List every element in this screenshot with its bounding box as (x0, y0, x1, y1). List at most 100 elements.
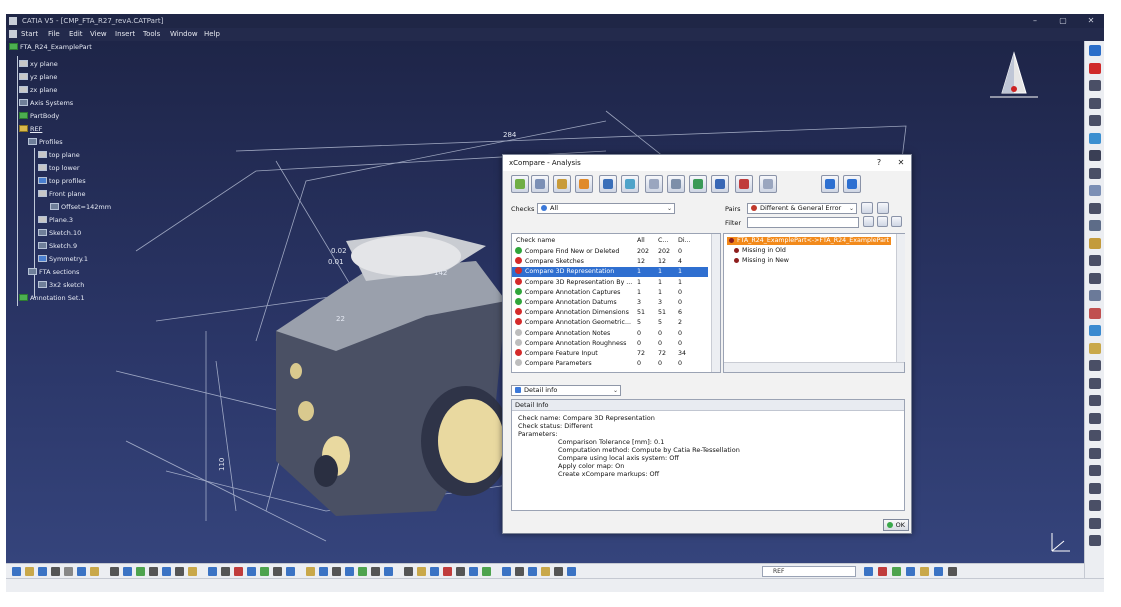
toolbar-icon[interactable] (1089, 412, 1101, 424)
toolbar-icon[interactable] (417, 567, 426, 576)
sort-descending-button[interactable] (877, 202, 889, 214)
tree-item-offset[interactable]: Offset=142mm (50, 203, 111, 212)
check-row[interactable]: Compare Annotation Notes 0 0 0 (512, 328, 708, 338)
toolbar-icon[interactable] (1089, 517, 1101, 529)
toolbar-icon[interactable] (110, 567, 119, 576)
toolbar-icon[interactable] (162, 567, 171, 576)
toolbar-icon[interactable] (175, 567, 184, 576)
col-check-name[interactable]: Check name (516, 236, 555, 245)
toolbar-icon[interactable] (38, 567, 47, 576)
ok-button[interactable]: OK (883, 519, 909, 531)
tree-item-partbody[interactable]: PartBody (19, 112, 59, 121)
toolbar-icon[interactable] (273, 567, 282, 576)
toolbar-icon[interactable] (136, 567, 145, 576)
dialog-tool-icon[interactable] (599, 175, 617, 193)
toolbar-icon[interactable] (934, 567, 943, 576)
toolbar-icon[interactable] (567, 567, 576, 576)
toolbar-icon[interactable] (260, 567, 269, 576)
toolbar-icon[interactable] (234, 567, 243, 576)
tree-item-annotation-set[interactable]: Annotation Set.1 (19, 294, 85, 303)
check-row[interactable]: Compare Feature Input 72 72 34 (512, 349, 708, 358)
col-c[interactable]: C... (658, 236, 672, 245)
toolbar-icon[interactable] (528, 567, 537, 576)
menu-view[interactable]: View (90, 28, 107, 41)
dialog-tool-icon[interactable] (575, 175, 593, 193)
toolbar-icon[interactable] (319, 567, 328, 576)
toolbar-icon[interactable] (1089, 342, 1101, 354)
checks-select[interactable]: All ⌄ (537, 203, 675, 214)
toolbar-icon[interactable] (1089, 115, 1101, 126)
toolbar-icon[interactable] (1089, 237, 1101, 249)
tree-item-front-plane[interactable]: Front plane (38, 190, 86, 199)
pair-child-missing-old[interactable]: Missing in Old (734, 247, 786, 255)
toolbar-icon[interactable] (1089, 500, 1101, 511)
check-list[interactable]: Check name All C... Di... Compare Find N… (511, 233, 721, 373)
toolbar-icon[interactable] (456, 567, 465, 576)
tree-item-zx-plane[interactable]: zx plane (19, 86, 57, 95)
pair-item[interactable]: FTA_R24_ExamplePart<->FTA_R24_ExamplePar… (727, 237, 892, 245)
maximize-button[interactable]: ▢ (1052, 14, 1074, 28)
dialog-tool-icon[interactable] (821, 175, 839, 193)
toolbar-icon[interactable] (1089, 255, 1101, 266)
check-row[interactable]: Compare Parameters 0 0 0 (512, 359, 708, 368)
toolbar-icon[interactable] (306, 567, 315, 576)
toolbar-icon[interactable] (1089, 307, 1101, 319)
menu-tools[interactable]: Tools (143, 28, 160, 41)
menu-window[interactable]: Window (170, 28, 198, 41)
dialog-tool-icon[interactable] (689, 175, 707, 193)
check-list-scrollbar[interactable] (711, 234, 720, 372)
toolbar-icon[interactable] (286, 567, 295, 576)
detail-select[interactable]: Detail info ⌄ (511, 385, 621, 396)
toolbar-icon[interactable] (123, 567, 132, 576)
toolbar-icon[interactable] (1089, 45, 1101, 56)
toolbar-icon[interactable] (1089, 430, 1101, 441)
tree-item-sketch9[interactable]: Sketch.9 (38, 242, 77, 251)
pairs-select[interactable]: Different & General Error ⌄ (747, 203, 857, 214)
toolbar-icon[interactable] (1089, 360, 1101, 371)
toolbar-icon[interactable] (1089, 167, 1101, 179)
tree-item-xy-plane[interactable]: xy plane (19, 60, 58, 69)
toolbar-icon[interactable] (51, 567, 60, 576)
toolbar-icon[interactable] (188, 567, 197, 576)
tree-item-axis-systems[interactable]: Axis Systems (19, 99, 73, 108)
toolbar-icon[interactable] (1089, 395, 1101, 406)
toolbar-icon[interactable] (64, 567, 73, 576)
toolbar-icon[interactable] (1089, 325, 1101, 336)
toolbar-icon[interactable] (1089, 465, 1101, 476)
tree-item-top-profiles[interactable]: top profiles (38, 177, 86, 186)
check-row[interactable]: Compare Annotation Dimensions 51 51 6 (512, 308, 708, 317)
tree-item-root[interactable]: FTA_R24_ExamplePart (9, 43, 92, 52)
dialog-tool-icon[interactable] (667, 175, 685, 193)
toolbar-icon[interactable] (12, 567, 21, 576)
tree-item-top-plane[interactable]: top plane (38, 151, 80, 160)
check-row[interactable]: Compare Annotation Datums 3 3 0 (512, 298, 708, 307)
toolbar-icon[interactable] (90, 567, 99, 576)
dialog-tool-icon[interactable] (735, 175, 753, 193)
toolbar-icon[interactable] (1089, 377, 1101, 389)
pair-child-missing-new[interactable]: Missing in New (734, 257, 789, 265)
clear-filter-button[interactable] (891, 216, 902, 227)
menu-insert[interactable]: Insert (115, 28, 135, 41)
toolbar-icon[interactable] (77, 567, 86, 576)
toolbar-icon[interactable] (469, 567, 478, 576)
toolbar-icon[interactable] (515, 567, 524, 576)
sort-ascending-button[interactable] (861, 202, 873, 214)
toolbar-icon[interactable] (443, 567, 452, 576)
toolbar-icon[interactable] (149, 567, 158, 576)
dialog-tool-icon[interactable] (553, 175, 571, 193)
toolbar-icon[interactable] (1089, 482, 1101, 494)
tree-item-ref[interactable]: REF (19, 125, 42, 134)
toolbar-icon[interactable] (332, 567, 341, 576)
dialog-tool-icon[interactable] (843, 175, 861, 193)
dialog-tool-icon[interactable] (645, 175, 663, 193)
check-row[interactable]: Compare Sketches 12 12 4 (512, 257, 708, 266)
filter-options-button[interactable] (877, 216, 888, 227)
tree-item-fta-sections[interactable]: FTA sections (28, 268, 79, 277)
tree-item-top-lower[interactable]: top lower (38, 164, 80, 173)
toolbar-icon[interactable] (1089, 220, 1101, 231)
toolbar-icon[interactable] (878, 567, 887, 576)
toolbar-icon[interactable] (384, 567, 393, 576)
toolbar-icon[interactable] (541, 567, 550, 576)
toolbar-icon[interactable] (1089, 202, 1101, 214)
dialog-tool-icon[interactable] (711, 175, 729, 193)
